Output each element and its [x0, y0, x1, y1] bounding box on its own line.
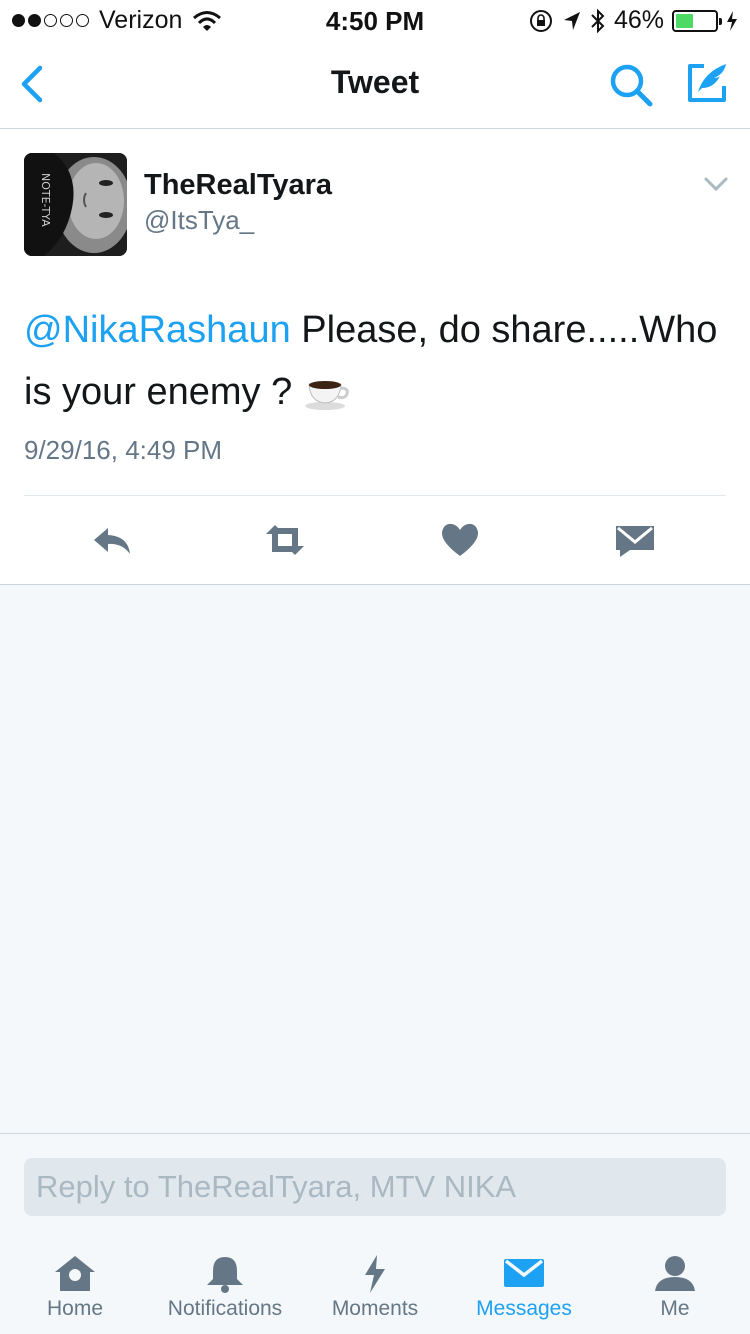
tab-notifications[interactable]: Notifications	[150, 1233, 300, 1334]
tweet-timestamp: 9/29/16, 4:49 PM	[24, 435, 223, 465]
battery-icon	[672, 9, 722, 32]
tweet-text: @NikaRashaun Please, do share.....Who is…	[24, 299, 734, 423]
battery-percent: 46%	[613, 6, 664, 34]
chevron-down-icon[interactable]	[702, 175, 730, 193]
tab-moments[interactable]: Moments	[320, 1233, 430, 1334]
tweet-card: NOTE-TYA TheRealTyara @ItsTya_ @NikaRash…	[0, 129, 750, 585]
charging-icon	[727, 10, 737, 31]
like-icon[interactable]	[437, 520, 483, 560]
search-icon[interactable]	[608, 62, 654, 108]
tab-label-messages: Messages	[476, 1297, 572, 1320]
mention-link[interactable]: @NikaRashaun	[24, 309, 291, 351]
reply-bar	[0, 1133, 750, 1233]
location-icon	[563, 11, 580, 30]
status-bar: Verizon 4:50 PM 46%	[0, 0, 750, 40]
compose-tweet-icon[interactable]	[684, 60, 730, 106]
retweet-icon[interactable]	[262, 520, 308, 560]
avatar[interactable]: NOTE-TYA	[24, 153, 127, 256]
lightning-icon	[365, 1255, 385, 1293]
reply-input[interactable]	[24, 1158, 726, 1216]
tab-label-me: Me	[660, 1297, 690, 1320]
svg-text:NOTE-TYA: NOTE-TYA	[39, 173, 52, 227]
navigation-bar: Tweet	[0, 40, 750, 129]
user-display-name[interactable]: TheRealTyara	[144, 169, 332, 202]
person-icon	[655, 1256, 695, 1291]
direct-message-icon[interactable]	[612, 520, 658, 560]
tab-home[interactable]: Home	[25, 1233, 125, 1334]
tweet-actions	[0, 496, 750, 584]
orientation-lock-icon	[529, 9, 552, 32]
user-handle[interactable]: @ItsTya_	[144, 205, 254, 236]
coffee-cup-icon	[304, 381, 349, 410]
battery-fill	[676, 13, 694, 28]
tab-bar: Home Notifications Moments Messages Me	[0, 1233, 750, 1334]
bell-icon	[207, 1257, 243, 1293]
home-icon	[55, 1256, 95, 1291]
tab-label-moments: Moments	[331, 1297, 419, 1320]
bluetooth-icon	[591, 8, 605, 33]
tab-me[interactable]: Me	[630, 1233, 720, 1334]
tab-label-notifications: Notifications	[167, 1297, 283, 1320]
status-bar-right: 46%	[528, 6, 738, 35]
tab-label-home: Home	[46, 1297, 104, 1320]
reply-icon[interactable]	[90, 520, 136, 560]
envelope-icon	[504, 1259, 544, 1287]
tab-messages[interactable]: Messages	[464, 1233, 584, 1334]
